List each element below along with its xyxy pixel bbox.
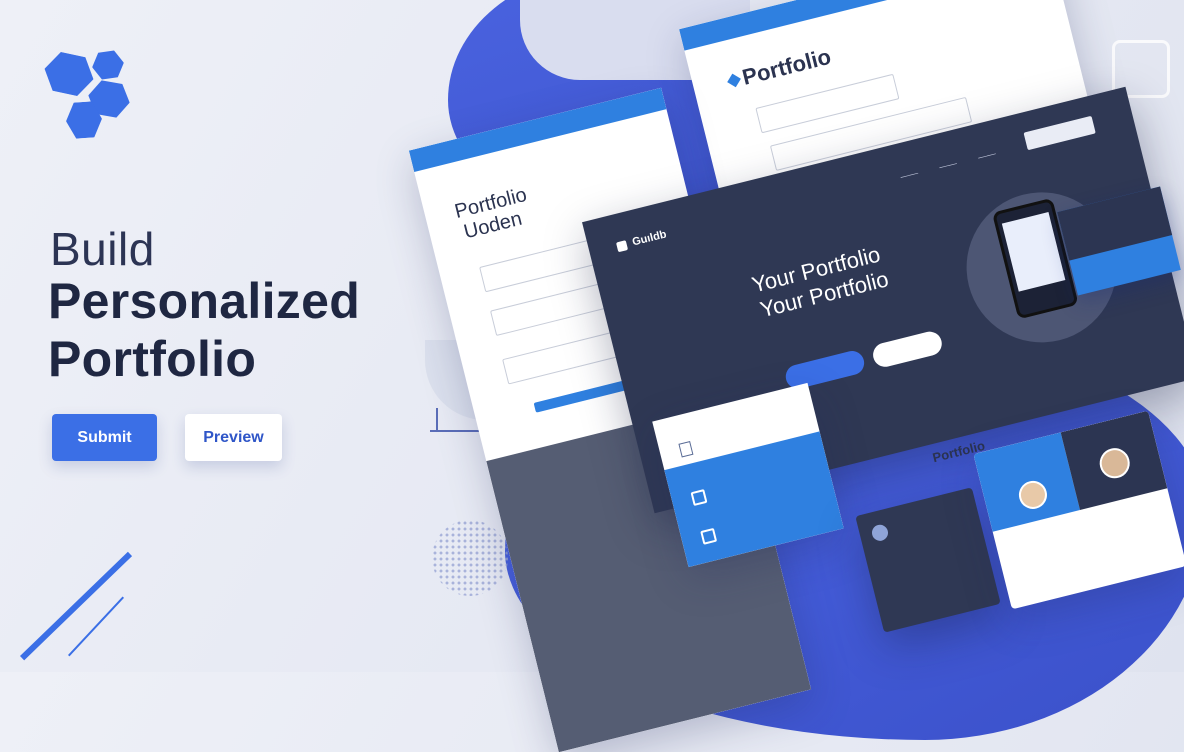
- submit-button[interactable]: Submit: [52, 414, 157, 461]
- headline-build: Build: [50, 223, 155, 275]
- form-screen-title: Portfolio: [739, 43, 834, 90]
- hero-secondary-cta[interactable]: [870, 329, 945, 370]
- preview-button[interactable]: Preview: [185, 414, 282, 461]
- document-icon: [678, 441, 694, 458]
- decorative-stroke: [436, 408, 438, 432]
- hero-screen-brand: Guıldb: [631, 228, 668, 249]
- home-icon: [727, 73, 741, 88]
- dot-pattern: [432, 520, 508, 596]
- headline-portfolio: Portfolio: [48, 331, 257, 387]
- avatar: [870, 523, 890, 543]
- brand-logo-icon: [615, 240, 629, 253]
- hexagon-logo-icon: [44, 52, 134, 142]
- headline-personalized: Personalized: [48, 273, 361, 329]
